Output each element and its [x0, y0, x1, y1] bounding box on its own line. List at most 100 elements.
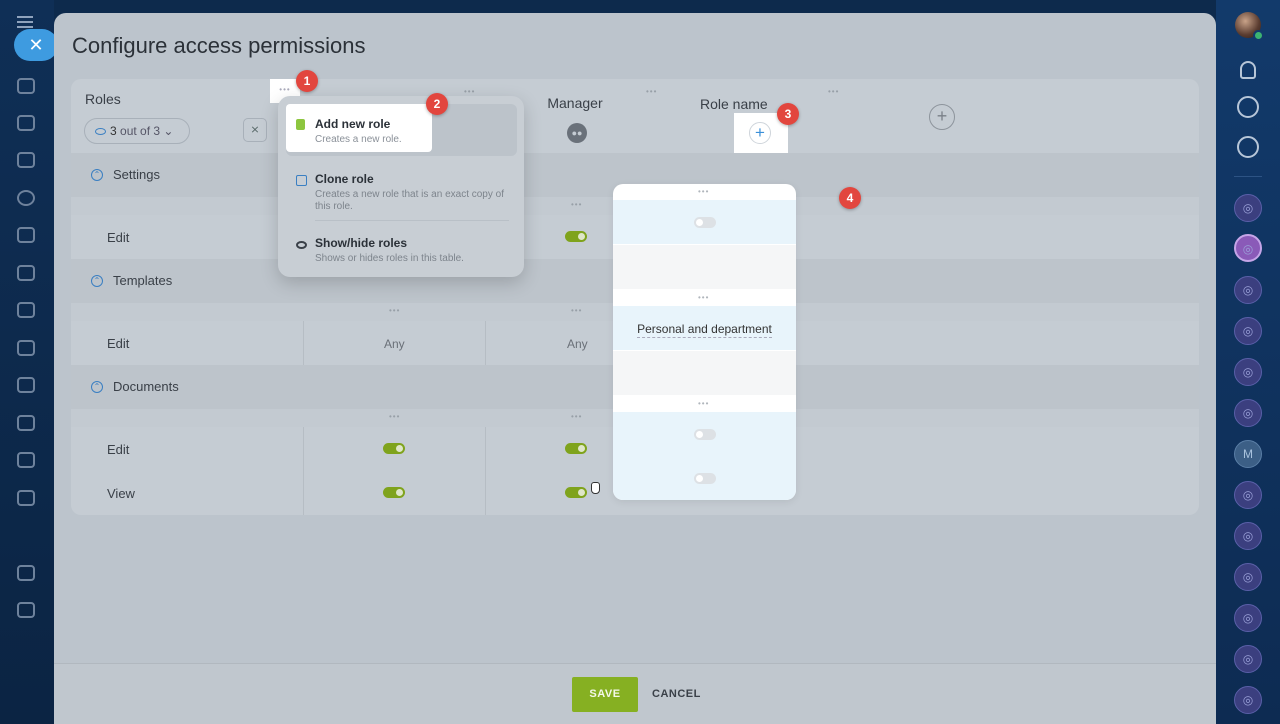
menu-item-clone-role[interactable]: Clone role Creates a new role that is an… — [286, 172, 516, 212]
row-menu-icon[interactable]: ••• — [389, 306, 400, 315]
calendar-icon[interactable] — [17, 227, 35, 243]
visible-count: 3 — [110, 124, 117, 138]
plus-icon: + — [749, 122, 771, 144]
menu-item-show-hide-roles[interactable]: Show/hide roles Shows or hides roles in … — [286, 236, 516, 266]
table-header: Roles 3 out of 3 ⌄ ⨯ ••• Manager ••• ●● … — [71, 79, 1199, 153]
chat-avatar[interactable]: ◎ — [1234, 686, 1262, 714]
close-icon[interactable]: ✕ — [14, 29, 58, 61]
chat-avatar-letter[interactable]: M — [1234, 440, 1262, 468]
new-role-column: ••• ••• Personal and department ••• — [613, 184, 796, 500]
chat-avatar[interactable]: ◎ — [1234, 194, 1262, 222]
column-menu-icon[interactable]: ••• — [698, 187, 709, 196]
toggle-switch-off[interactable] — [694, 217, 716, 228]
toggle-switch-on[interactable] — [565, 443, 587, 454]
collapse-icon[interactable]: ⨯ — [243, 118, 267, 142]
mail-icon[interactable] — [17, 377, 35, 393]
user-avatar[interactable] — [1235, 12, 1264, 41]
toggle-switch-off[interactable] — [694, 473, 716, 484]
bell-icon[interactable] — [1240, 61, 1256, 79]
copilot-icon[interactable] — [1237, 96, 1259, 118]
callout-badge: 2 — [426, 93, 448, 115]
chat-search-icon[interactable] — [1237, 136, 1259, 158]
footer-bar: SAVE CANCEL — [54, 663, 1216, 724]
users-icon[interactable] — [17, 415, 35, 431]
circle-icon[interactable] — [17, 190, 35, 206]
column-menu-icon[interactable]: ••• — [646, 87, 657, 96]
menu-item-desc: Creates a new role that is an exact copy… — [315, 189, 504, 212]
row-label: Edit — [107, 336, 130, 351]
schedule-icon[interactable] — [17, 565, 35, 581]
chat-avatar[interactable]: ◎ — [1234, 645, 1262, 673]
chat-avatar[interactable]: ◎ — [1234, 317, 1262, 345]
contacts-icon[interactable] — [17, 490, 35, 506]
callout-badge: 4 — [839, 187, 861, 209]
row-menu-icon[interactable]: ••• — [698, 399, 709, 408]
eye-icon — [296, 241, 307, 249]
toggle-switch-off[interactable] — [694, 429, 716, 440]
chat-avatar[interactable]: ◎ — [1234, 604, 1262, 632]
callout-badge: 3 — [777, 103, 799, 125]
row-label: Edit — [107, 442, 130, 457]
page-title: Configure access permissions — [72, 33, 366, 58]
document-icon[interactable] — [17, 265, 35, 281]
visible-roles-filter[interactable]: 3 out of 3 ⌄ — [84, 118, 190, 144]
add-role-icon — [296, 119, 305, 130]
column-title-role-name[interactable]: Role name — [700, 96, 768, 112]
menu-divider — [315, 220, 509, 221]
menu-item-add-new-role[interactable]: Add new role Creates a new role. — [286, 104, 432, 152]
row-menu-icon[interactable]: ••• — [698, 293, 709, 302]
section-title: Documents — [113, 379, 179, 394]
chat-icon[interactable] — [17, 115, 35, 131]
permission-value[interactable]: Any — [567, 337, 588, 351]
row-menu-icon[interactable]: ••• — [389, 412, 400, 421]
chat-avatar[interactable]: ◎ — [1234, 276, 1262, 304]
cancel-button[interactable]: CANCEL — [652, 677, 702, 712]
chat-avatar[interactable]: ◎ — [1234, 399, 1262, 427]
board-icon[interactable] — [17, 302, 35, 318]
chevron-up-icon[interactable]: ⌃ — [91, 381, 103, 393]
sparkle-icon[interactable] — [17, 78, 35, 94]
menu-item-desc: Shows or hides roles in this table. — [315, 253, 464, 264]
eye-icon — [95, 128, 106, 135]
save-button[interactable]: SAVE — [572, 677, 638, 712]
storage-icon[interactable] — [17, 602, 35, 618]
permission-value[interactable]: Any — [384, 337, 405, 351]
row-label: View — [107, 486, 135, 501]
column-menu-icon[interactable]: ••• — [464, 87, 475, 96]
chat-avatar[interactable]: ◎ — [1234, 522, 1262, 550]
section-spacer — [613, 245, 796, 289]
toggle-switch-on[interactable] — [565, 487, 587, 498]
chat-avatar[interactable]: ◎ — [1234, 563, 1262, 591]
chat-avatar-active[interactable]: ◎ — [1234, 234, 1262, 262]
section-spacer — [613, 351, 796, 395]
chevron-up-icon[interactable]: ⌃ — [91, 169, 103, 181]
chat-avatar[interactable]: ◎ — [1234, 358, 1262, 386]
chat-avatar[interactable]: ◎ — [1234, 481, 1262, 509]
row-menu-icon[interactable]: ••• — [571, 412, 582, 421]
row-label: Edit — [107, 230, 130, 245]
task-icon[interactable] — [17, 452, 35, 468]
menu-item-desc: Creates a new role. — [315, 134, 402, 145]
card-icon[interactable] — [17, 340, 35, 356]
add-column-button[interactable]: + — [929, 104, 955, 130]
chevron-down-icon: ⌄ — [163, 124, 174, 138]
permission-value[interactable]: Personal and department — [613, 322, 796, 338]
roles-label: Roles — [85, 91, 121, 107]
toggle-switch-on[interactable] — [565, 231, 587, 242]
visible-suffix: out of 3 — [120, 124, 161, 138]
column-menu-icon[interactable]: ••• — [828, 87, 839, 96]
online-indicator — [1253, 30, 1264, 41]
section-title: Templates — [113, 273, 173, 288]
feed-icon[interactable] — [17, 152, 35, 168]
clone-icon — [296, 175, 307, 186]
menu-item-title: Clone role — [315, 172, 374, 186]
divider — [1234, 176, 1262, 177]
toggle-switch-on[interactable] — [383, 487, 405, 498]
cell — [613, 412, 796, 500]
chevron-up-icon[interactable]: ⌃ — [91, 275, 103, 287]
cell: Personal and department — [613, 306, 796, 350]
row-menu-icon[interactable]: ••• — [571, 200, 582, 209]
row-menu-icon[interactable]: ••• — [571, 306, 582, 315]
toggle-switch-on[interactable] — [383, 443, 405, 454]
menu-icon[interactable] — [17, 16, 33, 28]
